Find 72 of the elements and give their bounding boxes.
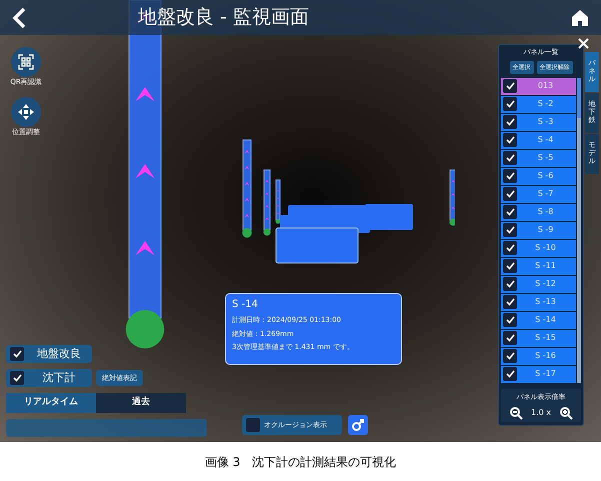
checkbox[interactable] (503, 205, 517, 220)
checkbox[interactable] (503, 169, 517, 184)
panel-list-item[interactable]: 013 (501, 78, 576, 95)
panel-list-item[interactable]: S -10 (501, 240, 576, 257)
qr-icon (18, 54, 34, 70)
checkbox[interactable] (503, 133, 517, 148)
checkbox[interactable] (10, 347, 24, 361)
zoom-out-icon[interactable] (509, 406, 523, 420)
panel-list-item[interactable]: S -13 (501, 294, 576, 311)
panel-list-item[interactable]: S -8 (501, 204, 576, 221)
check-icon (506, 226, 514, 234)
checkbox[interactable] (503, 331, 517, 346)
panel-list-item[interactable]: S -6 (501, 168, 576, 185)
zoom-in-icon[interactable] (559, 406, 573, 420)
panel-list-item[interactable]: S -9 (501, 222, 576, 239)
check-icon (506, 370, 514, 378)
check-icon (506, 154, 514, 162)
panel-list-item[interactable]: S -2 (501, 96, 576, 113)
panel-list-item[interactable]: S -15 (501, 330, 576, 347)
checkbox[interactable] (503, 187, 517, 202)
layer-toggle[interactable]: 沈下計 (6, 369, 92, 387)
figure-caption: 画像 3 沈下計の計測結果の可視化 (204, 454, 396, 470)
panel-list-item[interactable]: S -11 (501, 258, 576, 275)
checkbox[interactable] (503, 223, 517, 238)
checkbox[interactable] (503, 259, 517, 274)
check-icon (12, 374, 22, 382)
checkbox[interactable] (503, 241, 517, 256)
checkbox[interactable] (503, 97, 517, 112)
move-icon (17, 103, 35, 121)
close-icon[interactable] (578, 38, 589, 49)
check-icon (506, 118, 514, 126)
check-icon (506, 172, 514, 180)
check-icon (506, 280, 514, 288)
checkbox[interactable] (503, 115, 517, 130)
check-icon (506, 82, 514, 90)
mode-tab[interactable]: リアルタイム (6, 393, 96, 413)
back-icon[interactable] (12, 6, 26, 28)
card-title: S -14 (232, 298, 259, 312)
check-icon (506, 244, 514, 252)
panel-list-item[interactable]: S -14 (501, 312, 576, 329)
mode-tab[interactable]: 過去 (96, 393, 186, 413)
layer-toggle[interactable]: 地盤改良 (6, 345, 92, 363)
panel-list-item[interactable]: S -5 (501, 150, 576, 167)
checkbox[interactable] (503, 151, 517, 166)
checkbox[interactable] (503, 367, 517, 382)
check-icon (506, 262, 514, 270)
window-title: 地盤改良 - 監視画面 (138, 5, 309, 30)
home-icon[interactable] (571, 8, 589, 26)
checkbox[interactable] (503, 349, 517, 364)
check-icon (506, 190, 514, 198)
check-icon (506, 100, 514, 108)
checkbox[interactable] (503, 277, 517, 292)
circle-arrow-icon (351, 418, 365, 432)
check-icon (506, 352, 514, 360)
scrollbar[interactable] (577, 78, 581, 383)
check-icon (506, 334, 514, 342)
checkbox[interactable] (503, 295, 517, 310)
panel-list-item[interactable]: S -12 (501, 276, 576, 293)
check-icon (506, 298, 514, 306)
checkbox[interactable] (503, 79, 517, 94)
check-icon (506, 136, 514, 144)
panel-list-item[interactable]: S -7 (501, 186, 576, 203)
checkbox[interactable] (503, 313, 517, 328)
panel-list-item[interactable]: S -17 (501, 366, 576, 383)
panel-list-item[interactable]: S -4 (501, 132, 576, 149)
scale-value: 1.0 x (531, 406, 551, 418)
check-icon (506, 316, 514, 324)
checkbox[interactable] (10, 371, 24, 385)
check-icon (506, 208, 514, 216)
check-icon (12, 350, 22, 358)
panel-list-item[interactable]: S -3 (501, 114, 576, 131)
panel-list-item[interactable]: S -16 (501, 348, 576, 365)
